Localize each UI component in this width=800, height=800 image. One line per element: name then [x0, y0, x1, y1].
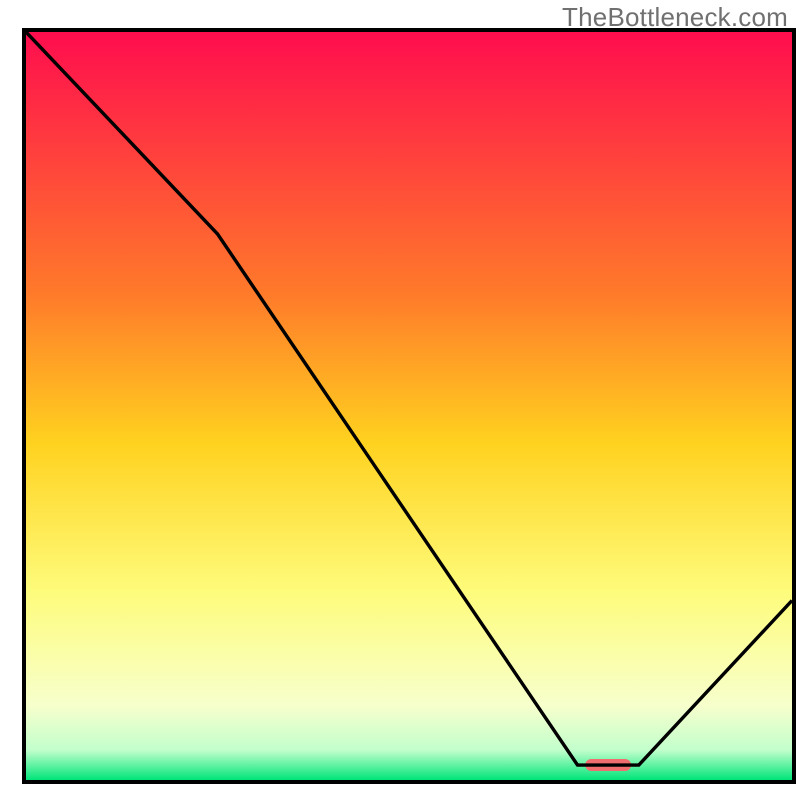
plot-area: [22, 28, 796, 784]
chart-frame: TheBottleneck.com: [0, 0, 800, 800]
gradient-background: [26, 32, 792, 780]
chart-svg: [26, 32, 792, 780]
watermark-text: TheBottleneck.com: [562, 2, 788, 33]
